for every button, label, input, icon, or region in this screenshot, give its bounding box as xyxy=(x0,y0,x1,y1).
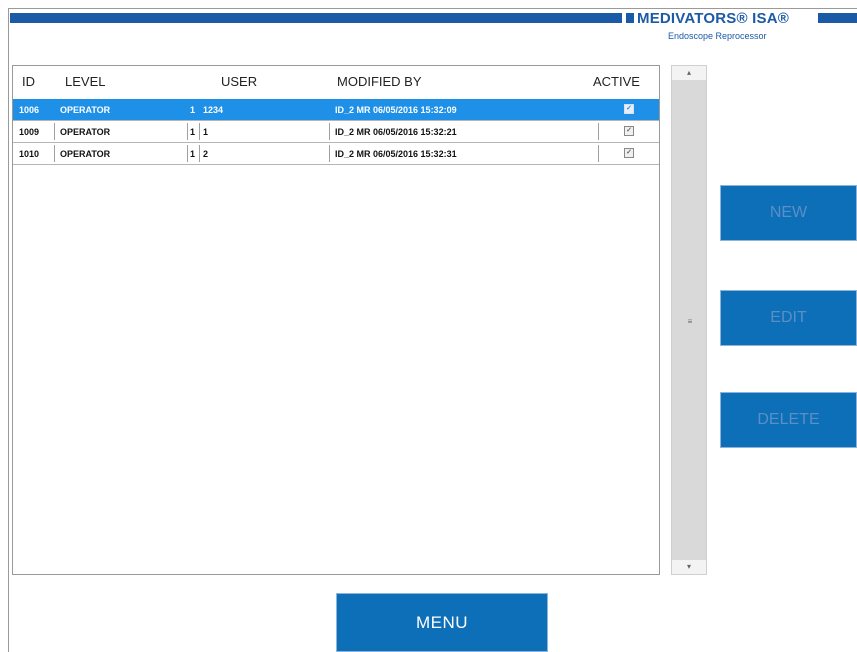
cell-level: OPERATOR xyxy=(60,127,111,137)
column-header-active[interactable]: ACTIVE xyxy=(593,74,640,89)
cell-level: OPERATOR xyxy=(60,105,111,115)
menu-button[interactable]: MENU xyxy=(336,593,548,652)
new-button[interactable]: NEW xyxy=(720,185,857,241)
column-header-modified-by[interactable]: MODIFIED BY xyxy=(337,74,422,89)
cell-num: 1 xyxy=(190,105,196,115)
table-row[interactable]: 1009 OPERATOR 1 1 ID_2 MR 06/05/2016 15:… xyxy=(13,121,659,143)
cell-id: 1010 xyxy=(19,149,40,159)
brand-stripe xyxy=(10,13,622,23)
cell-level: OPERATOR xyxy=(60,149,111,159)
brand-stripe-right xyxy=(818,13,857,23)
cell-user: 1234 xyxy=(203,105,224,115)
scroll-down-arrow-icon[interactable]: ▾ xyxy=(672,560,706,574)
cell-num: 1 xyxy=(190,127,196,137)
brand-stripe-square xyxy=(626,13,634,23)
column-header-user[interactable]: USER xyxy=(221,74,257,89)
cell-id: 1009 xyxy=(19,127,40,137)
column-header-level[interactable]: LEVEL xyxy=(65,74,105,89)
table-row[interactable]: 1010 OPERATOR 1 2 ID_2 MR 06/05/2016 15:… xyxy=(13,143,659,165)
column-header-id[interactable]: ID xyxy=(22,74,35,89)
scroll-grip-icon[interactable]: ≡ xyxy=(686,318,694,326)
active-checkbox[interactable]: ✓ xyxy=(624,148,634,158)
table-row[interactable]: 1006 OPERATOR 1 1234 ID_2 MR 06/05/2016 … xyxy=(13,99,659,121)
active-checkbox[interactable]: ✓ xyxy=(624,126,634,136)
cell-num: 1 xyxy=(190,149,196,159)
cell-modified-by: ID_2 MR 06/05/2016 15:32:21 xyxy=(335,127,457,137)
table-scrollbar[interactable]: ▴ ≡ ▾ xyxy=(671,65,707,575)
window-top-border xyxy=(8,8,857,9)
cell-id: 1006 xyxy=(19,105,40,115)
brand-logo-subtitle: Endoscope Reprocessor xyxy=(668,31,767,41)
table-body: 1006 OPERATOR 1 1234 ID_2 MR 06/05/2016 … xyxy=(13,99,659,165)
cell-modified-by: ID_2 MR 06/05/2016 15:32:09 xyxy=(335,105,457,115)
active-checkbox[interactable]: ✓ xyxy=(624,104,634,114)
brand-logo-title: MEDIVATORS® ISA® xyxy=(637,10,789,27)
delete-button[interactable]: DELETE xyxy=(720,392,857,448)
user-table: ID LEVEL USER MODIFIED BY ACTIVE 1006 OP… xyxy=(12,65,660,575)
edit-button[interactable]: EDIT xyxy=(720,290,857,346)
scroll-up-arrow-icon[interactable]: ▴ xyxy=(672,66,706,80)
window-left-border xyxy=(8,8,9,652)
cell-modified-by: ID_2 MR 06/05/2016 15:32:31 xyxy=(335,149,457,159)
cell-user: 2 xyxy=(203,149,209,159)
cell-user: 1 xyxy=(203,127,209,137)
table-header: ID LEVEL USER MODIFIED BY ACTIVE xyxy=(13,66,659,96)
